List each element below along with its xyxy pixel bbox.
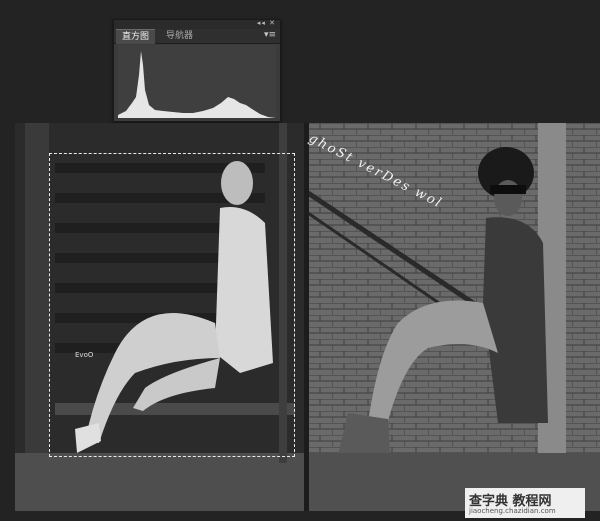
marquee-selection[interactable] <box>49 153 295 457</box>
histogram-shape <box>118 51 276 118</box>
panel-tabs: 直方图 导航器 ▾≡ <box>114 29 280 44</box>
watermark-badge: 查字典 教程网 jiaocheng.chazidian.com <box>465 488 585 518</box>
document-canvas[interactable]: EvoO ghoSt verDes wol <box>15 123 600 511</box>
tab-navigator[interactable]: 导航器 <box>160 29 199 43</box>
tab-histogram[interactable]: 直方图 <box>116 29 156 44</box>
photo-right-brick <box>306 123 600 511</box>
histogram-graph <box>118 45 276 118</box>
photo-divider <box>304 123 309 511</box>
panel-titlebar[interactable]: ◂◂ ✕ <box>114 19 280 29</box>
badge-subtitle: jiaocheng.chazidian.com <box>469 507 556 515</box>
right-photo-illustration <box>306 123 600 511</box>
histogram-panel: ◂◂ ✕ 直方图 导航器 ▾≡ <box>113 19 281 122</box>
histogram-chart <box>118 51 276 118</box>
panel-controls[interactable]: ◂◂ ✕ <box>257 19 276 27</box>
panel-menu-icon[interactable]: ▾≡ <box>264 30 276 40</box>
